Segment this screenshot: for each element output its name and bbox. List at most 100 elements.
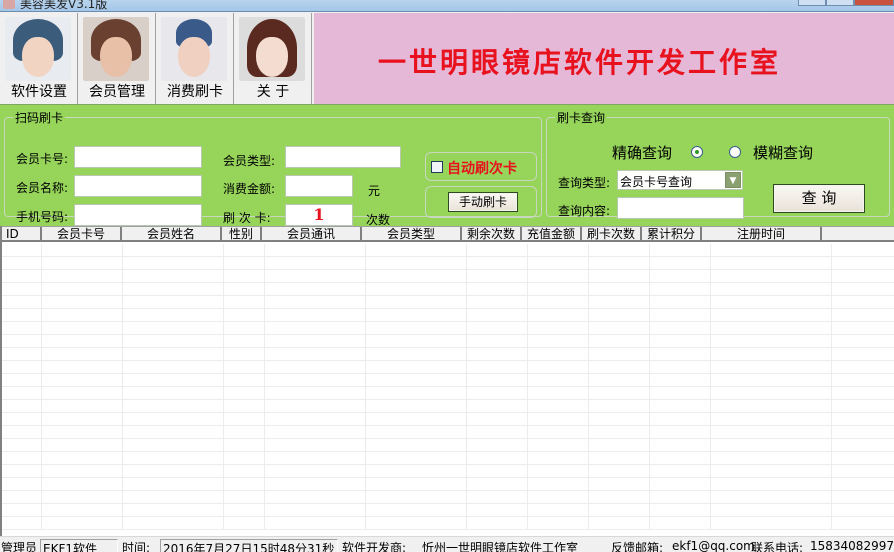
- table-row[interactable]: [2, 257, 894, 270]
- manual-swipe-button[interactable]: 手动刷卡: [448, 192, 518, 212]
- table-cell: [366, 491, 467, 504]
- query-button[interactable]: 查 询: [773, 184, 865, 213]
- table-cell: [366, 426, 467, 439]
- table-row[interactable]: [2, 374, 894, 387]
- column-header[interactable]: 剩余次数: [462, 227, 522, 242]
- table-cell: [366, 335, 467, 348]
- table-cell: [589, 244, 650, 257]
- table-cell: [589, 296, 650, 309]
- query-content-input[interactable]: [617, 197, 744, 219]
- table-cell: [366, 439, 467, 452]
- table-row[interactable]: [2, 309, 894, 322]
- maximize-button[interactable]: [826, 0, 854, 6]
- query-type-select[interactable]: 会员卡号查询 ▼: [617, 170, 743, 190]
- minimize-button[interactable]: [798, 0, 826, 6]
- column-header[interactable]: 充值金额: [522, 227, 582, 242]
- fuzzy-query-radio[interactable]: [729, 146, 741, 158]
- table-row[interactable]: [2, 452, 894, 465]
- table-row[interactable]: [2, 270, 894, 283]
- chevron-down-icon[interactable]: ▼: [725, 172, 741, 188]
- table-row[interactable]: [2, 296, 894, 309]
- table-cell: [467, 361, 528, 374]
- auto-swipe-label[interactable]: 自动刷次卡: [447, 158, 517, 178]
- table-cell: [224, 296, 265, 309]
- table-cell: [467, 257, 528, 270]
- toolbar-member-management[interactable]: 会员管理: [78, 13, 156, 104]
- table-cell: [832, 374, 894, 387]
- table-cell: [224, 517, 265, 530]
- toolbar-label: 会员管理: [89, 84, 145, 100]
- close-button[interactable]: [854, 0, 894, 6]
- fuzzy-query-label[interactable]: 模糊查询: [753, 142, 813, 163]
- toolbar-about[interactable]: 关 于: [234, 13, 312, 104]
- table-cell: [123, 387, 224, 400]
- table-cell: [224, 478, 265, 491]
- column-header[interactable]: [822, 227, 894, 242]
- table-row[interactable]: [2, 387, 894, 400]
- toolbar-software-settings[interactable]: 软件设置: [0, 13, 78, 104]
- table-row[interactable]: [2, 426, 894, 439]
- table-cell: [224, 465, 265, 478]
- time-label: 时间:: [122, 541, 151, 552]
- table-row[interactable]: [2, 322, 894, 335]
- table-row[interactable]: [2, 283, 894, 296]
- table-cell: [123, 335, 224, 348]
- member-type-input[interactable]: [285, 146, 401, 168]
- table-row[interactable]: [2, 413, 894, 426]
- times-input[interactable]: 1: [285, 204, 353, 226]
- column-header[interactable]: 会员通讯: [262, 227, 362, 242]
- toolbar-consume-swipe[interactable]: 消费刷卡: [156, 13, 234, 104]
- table-cell: [528, 426, 589, 439]
- table-cell: [265, 296, 366, 309]
- table-cell: [265, 465, 366, 478]
- column-header[interactable]: ID: [2, 227, 42, 242]
- table-row[interactable]: [2, 478, 894, 491]
- table-cell: [42, 374, 123, 387]
- table-cell: [42, 491, 123, 504]
- table-cell: [123, 270, 224, 283]
- column-header[interactable]: 会员卡号: [42, 227, 122, 242]
- card-query-group: 刷卡查询 精确查询 模糊查询 查询类型: 会员卡号查询 ▼ 查询内容: 查 询: [546, 109, 890, 219]
- column-header[interactable]: 累计积分: [642, 227, 702, 242]
- exact-query-radio[interactable]: [691, 146, 703, 158]
- table-cell: [467, 426, 528, 439]
- phone-input[interactable]: [74, 204, 202, 226]
- table-cell: [832, 465, 894, 478]
- member-name-input[interactable]: [74, 175, 202, 197]
- column-header[interactable]: 性别: [222, 227, 262, 242]
- table-row[interactable]: [2, 491, 894, 504]
- table-cell: [650, 400, 711, 413]
- column-header[interactable]: 刷卡次数: [582, 227, 642, 242]
- table-cell: [366, 244, 467, 257]
- amount-input[interactable]: [285, 175, 353, 197]
- table-cell: [528, 387, 589, 400]
- column-header[interactable]: 注册时间: [702, 227, 822, 242]
- auto-swipe-box: 自动刷次卡: [425, 152, 537, 181]
- table-row[interactable]: [2, 361, 894, 374]
- member-no-input[interactable]: [74, 146, 202, 168]
- table-cell: [265, 413, 366, 426]
- auto-swipe-checkbox[interactable]: [431, 161, 443, 173]
- table-cell: [711, 465, 832, 478]
- table-row[interactable]: [2, 465, 894, 478]
- table-row[interactable]: [2, 348, 894, 361]
- table-row[interactable]: [2, 244, 894, 257]
- table-row[interactable]: [2, 400, 894, 413]
- table-cell: [711, 491, 832, 504]
- table-cell: [650, 439, 711, 452]
- table-cell: [711, 452, 832, 465]
- table-cell: [711, 517, 832, 530]
- table-cell: [528, 335, 589, 348]
- table-cell: [2, 387, 42, 400]
- column-header[interactable]: 会员类型: [362, 227, 462, 242]
- table-row[interactable]: [2, 517, 894, 530]
- exact-query-label[interactable]: 精确查询: [612, 142, 672, 163]
- table-row[interactable]: [2, 439, 894, 452]
- table-row[interactable]: [2, 504, 894, 517]
- column-header[interactable]: 会员姓名: [122, 227, 222, 242]
- table-cell: [2, 361, 42, 374]
- table-cell: [528, 270, 589, 283]
- table-row[interactable]: [2, 335, 894, 348]
- table-cell: [467, 452, 528, 465]
- table-cell: [265, 504, 366, 517]
